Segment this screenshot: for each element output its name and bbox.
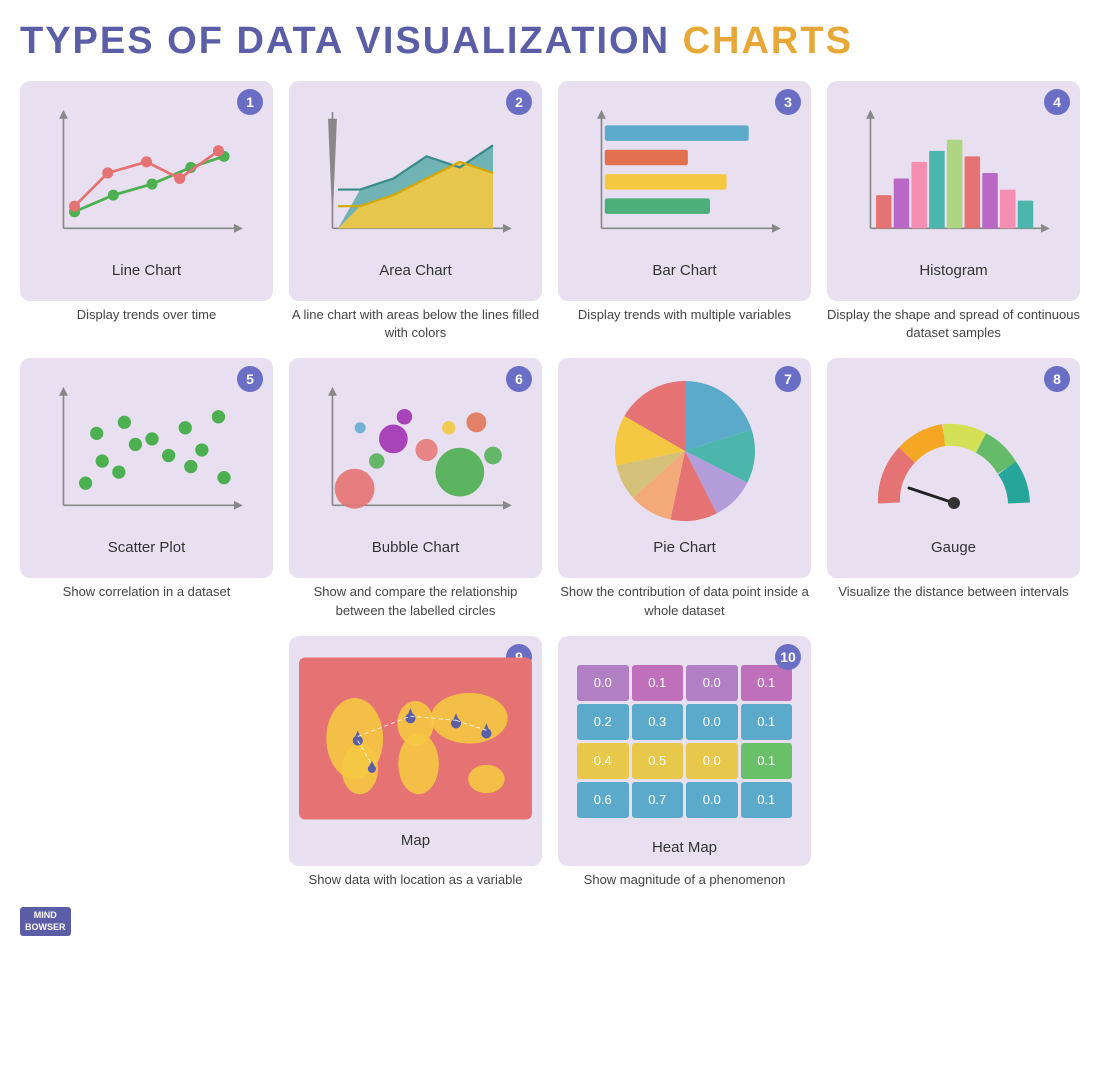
heatmap-cell: 0.0: [686, 782, 738, 818]
logo-box: MIND BOWSER: [20, 907, 71, 936]
chart-line: [30, 91, 263, 256]
label-bubble: Bubble Chart: [372, 539, 460, 556]
card-histogram: 4 Histog: [827, 81, 1080, 301]
card-map: 9: [289, 636, 542, 866]
heatmap-grid-container: 0.00.10.00.10.20.30.00.10.40.50.00.10.60…: [568, 646, 801, 833]
card-scatter: 5: [20, 358, 273, 578]
histogram-svg: [837, 101, 1070, 256]
label-gauge: Gauge: [931, 539, 976, 556]
heatmap-cell: 0.1: [741, 704, 793, 740]
card-area: 2 Area Chart: [289, 81, 542, 301]
card-bubble: 6: [289, 358, 542, 578]
card-line: 1: [20, 81, 273, 301]
heatmap-cell: 0.5: [632, 743, 684, 779]
heatmap-cell: 0.0: [686, 704, 738, 740]
page-title: TYPES OF DATA VISUALIZATION CHARTS: [20, 20, 1080, 63]
chart-grid-row2: 5: [20, 358, 1080, 619]
label-bar: Bar Chart: [652, 262, 716, 279]
desc-gauge: Visualize the distance between intervals: [838, 583, 1068, 601]
chart-gauge-viz: [837, 368, 1070, 533]
heatmap-cell: 0.0: [686, 665, 738, 701]
desc-scatter: Show correlation in a dataset: [63, 583, 231, 601]
label-area: Area Chart: [379, 262, 452, 279]
label-heatmap: Heat Map: [652, 839, 717, 856]
heatmap-cell: 0.3: [632, 704, 684, 740]
label-map: Map: [401, 832, 430, 849]
card-bar: 3 Bar Chart: [558, 81, 811, 301]
chart-pie-viz: [568, 368, 801, 533]
heatmap-cell: 0.2: [577, 704, 629, 740]
card-heatmap: 10 0.00.10.00.10.20.30.00.10.40.50.00.10…: [558, 636, 811, 866]
pie-chart-svg: [615, 381, 755, 521]
chart-map-viz: [299, 646, 532, 826]
card-wrap-line: 1: [20, 81, 273, 342]
gauge-svg: [869, 413, 1039, 523]
heatmap-cell: 0.0: [686, 743, 738, 779]
chart-bubble-viz: [299, 368, 532, 533]
desc-heatmap: Show magnitude of a phenomenon: [584, 871, 786, 889]
desc-bar: Display trends with multiple variables: [578, 306, 791, 324]
desc-bubble: Show and compare the relationship betwee…: [289, 583, 542, 619]
desc-histogram: Display the shape and spread of continuo…: [827, 306, 1080, 342]
card-number-10: 10: [775, 644, 801, 670]
logo-area: MIND BOWSER: [20, 907, 1080, 936]
chart-histogram-viz: [837, 91, 1070, 256]
chart-area-viz: [299, 91, 532, 256]
card-wrap-histogram: 4 Histog: [827, 81, 1080, 342]
card-wrap-gauge: 8: [827, 358, 1080, 619]
label-histogram: Histogram: [919, 262, 987, 279]
card-wrap-map: 9: [289, 636, 542, 889]
card-wrap-pie: 7: [558, 358, 811, 619]
chart-grid-row1: 1: [20, 81, 1080, 342]
card-wrap-area: 2 Area Chart A line c: [289, 81, 542, 342]
heatmap-cell: 0.1: [632, 665, 684, 701]
heatmap-cell: 0.1: [741, 782, 793, 818]
card-gauge: 8: [827, 358, 1080, 578]
heatmap-cell: 0.1: [741, 665, 793, 701]
card-pie: 7: [558, 358, 811, 578]
chart-bar-viz: [568, 91, 801, 256]
desc-map: Show data with location as a variable: [309, 871, 523, 889]
card-wrap-heatmap: 10 0.00.10.00.10.20.30.00.10.40.50.00.10…: [558, 636, 811, 889]
card-wrap-bubble: 6: [289, 358, 542, 619]
heatmap-cell: 0.4: [577, 743, 629, 779]
chart-scatter-viz: [30, 368, 263, 533]
label-line: Line Chart: [112, 262, 181, 279]
chart-grid-row3: 9: [20, 636, 1080, 889]
area-chart-svg: [299, 101, 532, 256]
heatmap-cell: 0.7: [632, 782, 684, 818]
bar-chart-svg: [568, 101, 801, 256]
card-wrap-scatter: 5: [20, 358, 273, 619]
scatter-svg: [30, 378, 263, 533]
bubble-svg: [299, 378, 532, 533]
map-svg: [299, 651, 532, 826]
label-pie: Pie Chart: [653, 539, 716, 556]
desc-area: A line chart with areas below the lines …: [289, 306, 542, 342]
desc-line: Display trends over time: [77, 306, 216, 324]
heatmap-grid: 0.00.10.00.10.20.30.00.10.40.50.00.10.60…: [572, 660, 797, 823]
line-chart-svg: [30, 101, 263, 256]
label-scatter: Scatter Plot: [108, 539, 186, 556]
desc-pie: Show the contribution of data point insi…: [558, 583, 811, 619]
heatmap-cell: 0.0: [577, 665, 629, 701]
heatmap-cell: 0.1: [741, 743, 793, 779]
card-wrap-bar: 3 Bar Chart Display trends with multiple…: [558, 81, 811, 342]
heatmap-cell: 0.6: [577, 782, 629, 818]
